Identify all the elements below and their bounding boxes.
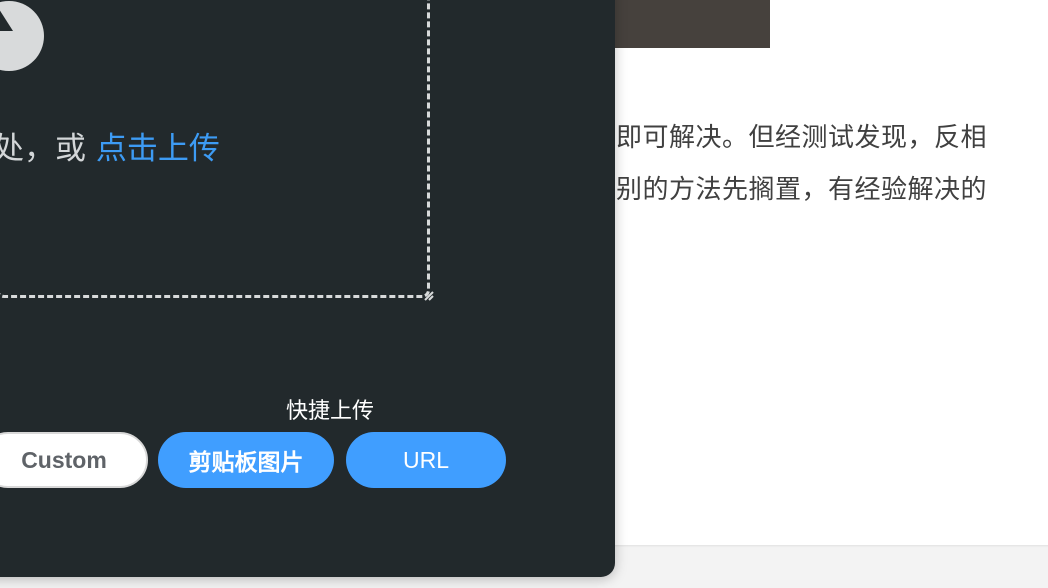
quick-upload-title: 快捷上传 <box>286 399 375 424</box>
article-card: 即可解决。但经测试发现，反相 别的方法先搁置，有经验解决的 <box>560 0 1048 545</box>
click-upload-link[interactable]: 点击上传 <box>96 131 220 167</box>
article-text-line: 别的方法先搁置，有经验解决的 <box>616 175 988 205</box>
resize-corner-icon[interactable] <box>423 287 435 306</box>
custom-upload-button[interactable]: Custom <box>0 432 148 488</box>
clipboard-image-button[interactable]: 剪贴板图片 <box>158 432 334 488</box>
page: 即可解决。但经测试发现，反相 别的方法先搁置，有经验解决的 处，或 点击上传 快… <box>0 0 1048 588</box>
upload-modal: 处，或 点击上传 快捷上传 Custom 剪贴板图片 URL <box>0 0 615 577</box>
upload-drop-zone[interactable]: 处，或 点击上传 <box>0 0 434 301</box>
upload-hint: 处，或 点击上传 <box>0 123 220 168</box>
upload-hint-text: 处，或 <box>0 131 96 167</box>
cloud-upload-icon <box>0 0 45 75</box>
article-text-line: 即可解决。但经测试发现，反相 <box>616 123 988 153</box>
url-upload-button[interactable]: URL <box>346 432 506 488</box>
